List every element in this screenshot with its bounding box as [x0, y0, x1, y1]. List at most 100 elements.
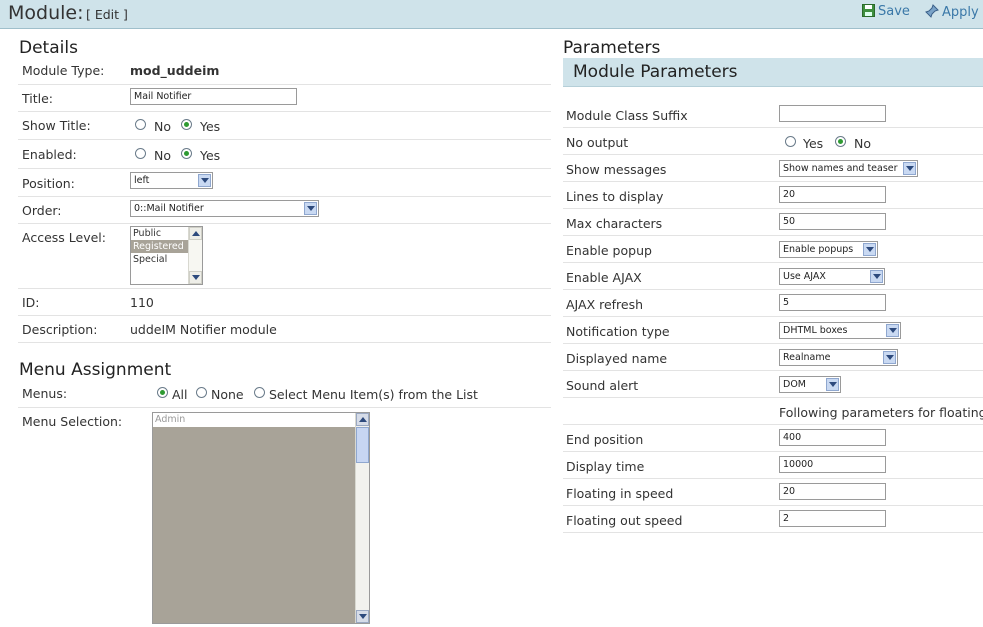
param-row-end-position: End position — [563, 425, 983, 452]
chevron-down-icon[interactable] — [886, 324, 899, 337]
show-title-no-radio[interactable] — [135, 119, 146, 130]
access-level-listbox[interactable]: Public Registered Special — [130, 226, 203, 285]
class-suffix-label: Module Class Suffix — [566, 108, 688, 123]
param-row-popup: Enable popup Enable popups — [563, 236, 983, 263]
page-title: Module: — [8, 2, 84, 24]
scroll-down-icon[interactable] — [189, 271, 202, 284]
show-title-yes-label: Yes — [200, 119, 221, 134]
menus-label: Menus: — [22, 386, 68, 401]
chevron-down-icon[interactable] — [870, 270, 883, 283]
show-title-row: Show Title: No Yes — [18, 111, 551, 140]
title-input[interactable] — [130, 88, 297, 105]
apply-label: Apply — [942, 5, 979, 20]
sound-select[interactable]: DOM — [779, 376, 841, 393]
param-row-ajax: Enable AJAX Use AJAX — [563, 263, 983, 290]
enabled-yes-radio[interactable] — [181, 148, 192, 159]
ajax-refresh-label: AJAX refresh — [566, 297, 644, 312]
chevron-down-icon[interactable] — [883, 351, 896, 364]
description-row: Description: uddeIM Notifier module — [18, 315, 551, 343]
menus-all-radio[interactable] — [157, 387, 168, 398]
module-parameters-panel-header: Module Parameters — [563, 58, 983, 87]
show-messages-label: Show messages — [566, 162, 667, 177]
chevron-down-icon[interactable] — [304, 202, 317, 215]
param-row-no-output: No output Yes No — [563, 128, 983, 155]
chevron-down-icon[interactable] — [863, 243, 876, 256]
enabled-row: Enabled: No Yes — [18, 139, 551, 169]
sound-label: Sound alert — [566, 378, 639, 393]
scroll-up-icon[interactable] — [189, 227, 202, 240]
param-row-floating-note: Following parameters for floating — [563, 398, 983, 425]
ajax-select[interactable]: Use AJAX — [779, 268, 885, 285]
param-row-ajax-refresh: AJAX refresh — [563, 290, 983, 317]
title-row: Title: — [18, 84, 551, 112]
popup-label: Enable popup — [566, 243, 652, 258]
parameters-heading: Parameters — [563, 38, 661, 58]
show-title-no-label: No — [154, 119, 171, 134]
apply-button[interactable]: Apply — [925, 4, 979, 20]
enabled-no-radio[interactable] — [135, 148, 146, 159]
end-position-input[interactable] — [779, 429, 886, 446]
toolbar-header: Module: [ Edit ] Save Apply — [0, 0, 983, 29]
description-label: Description: — [22, 322, 98, 337]
float-in-label: Floating in speed — [566, 486, 674, 501]
menu-selection-listbox[interactable]: Admin — [152, 412, 370, 624]
popup-select[interactable]: Enable popups — [779, 241, 878, 258]
lines-input[interactable] — [779, 186, 886, 203]
notification-label: Notification type — [566, 324, 670, 339]
access-scrollbar[interactable] — [188, 227, 202, 284]
no-output-no-radio[interactable] — [835, 136, 846, 147]
menus-select-label: Select Menu Item(s) from the List — [269, 387, 478, 402]
lines-label: Lines to display — [566, 189, 664, 204]
param-row-lines: Lines to display — [563, 182, 983, 209]
menus-none-label: None — [211, 387, 244, 402]
no-output-yes-radio[interactable] — [785, 136, 796, 147]
scroll-thumb[interactable] — [356, 427, 369, 463]
displayed-name-select[interactable]: Realname — [779, 349, 898, 366]
save-button[interactable]: Save — [862, 4, 910, 19]
order-select[interactable]: 0::Mail Notifier — [130, 200, 319, 217]
module-type-label: Module Type: — [22, 63, 105, 78]
chevron-down-icon[interactable] — [903, 162, 916, 175]
id-row: ID: 110 — [18, 288, 551, 316]
scroll-up-icon[interactable] — [356, 413, 369, 426]
popup-value: Enable popups — [783, 244, 854, 255]
menus-row: Menus: All None Select Menu Item(s) from… — [18, 380, 551, 408]
position-select-value: left — [134, 175, 150, 186]
module-parameters-title: Module Parameters — [573, 62, 738, 82]
display-time-input[interactable] — [779, 456, 886, 473]
class-suffix-input[interactable] — [779, 105, 886, 122]
end-position-label: End position — [566, 432, 644, 447]
menu-assignment-heading: Menu Assignment — [19, 360, 172, 380]
ajax-value: Use AJAX — [783, 271, 826, 282]
param-row-float-in: Floating in speed — [563, 479, 983, 506]
menu-option-admin[interactable]: Admin — [153, 413, 369, 427]
position-label: Position: — [22, 176, 75, 191]
float-in-input[interactable] — [779, 483, 886, 500]
enabled-label: Enabled: — [22, 147, 77, 162]
chevron-down-icon[interactable] — [198, 174, 211, 187]
ajax-refresh-input[interactable] — [779, 294, 886, 311]
float-out-label: Floating out speed — [566, 513, 683, 528]
max-chars-label: Max characters — [566, 216, 663, 231]
menu-selection-scrollbar[interactable] — [355, 413, 369, 623]
menus-select-radio[interactable] — [254, 387, 265, 398]
floating-note: Following parameters for floating — [779, 405, 983, 420]
param-row-displayed-name: Displayed name Realname — [563, 344, 983, 371]
description-value: uddeIM Notifier module — [130, 322, 277, 337]
show-title-yes-radio[interactable] — [181, 119, 192, 130]
max-chars-input[interactable] — [779, 213, 886, 230]
displayed-name-label: Displayed name — [566, 351, 668, 366]
sound-value: DOM — [783, 379, 806, 390]
menus-none-radio[interactable] — [196, 387, 207, 398]
scroll-down-icon[interactable] — [356, 610, 369, 623]
param-row-float-out: Floating out speed — [563, 506, 983, 533]
float-out-input[interactable] — [779, 510, 886, 527]
show-messages-select[interactable]: Show names and teaser — [779, 160, 918, 177]
id-value: 110 — [130, 295, 154, 310]
chevron-down-icon[interactable] — [826, 378, 839, 391]
position-select[interactable]: left — [130, 172, 213, 189]
enabled-yes-label: Yes — [200, 148, 221, 163]
notification-select[interactable]: DHTML boxes — [779, 322, 901, 339]
save-icon — [862, 4, 875, 17]
ajax-label: Enable AJAX — [566, 270, 642, 285]
